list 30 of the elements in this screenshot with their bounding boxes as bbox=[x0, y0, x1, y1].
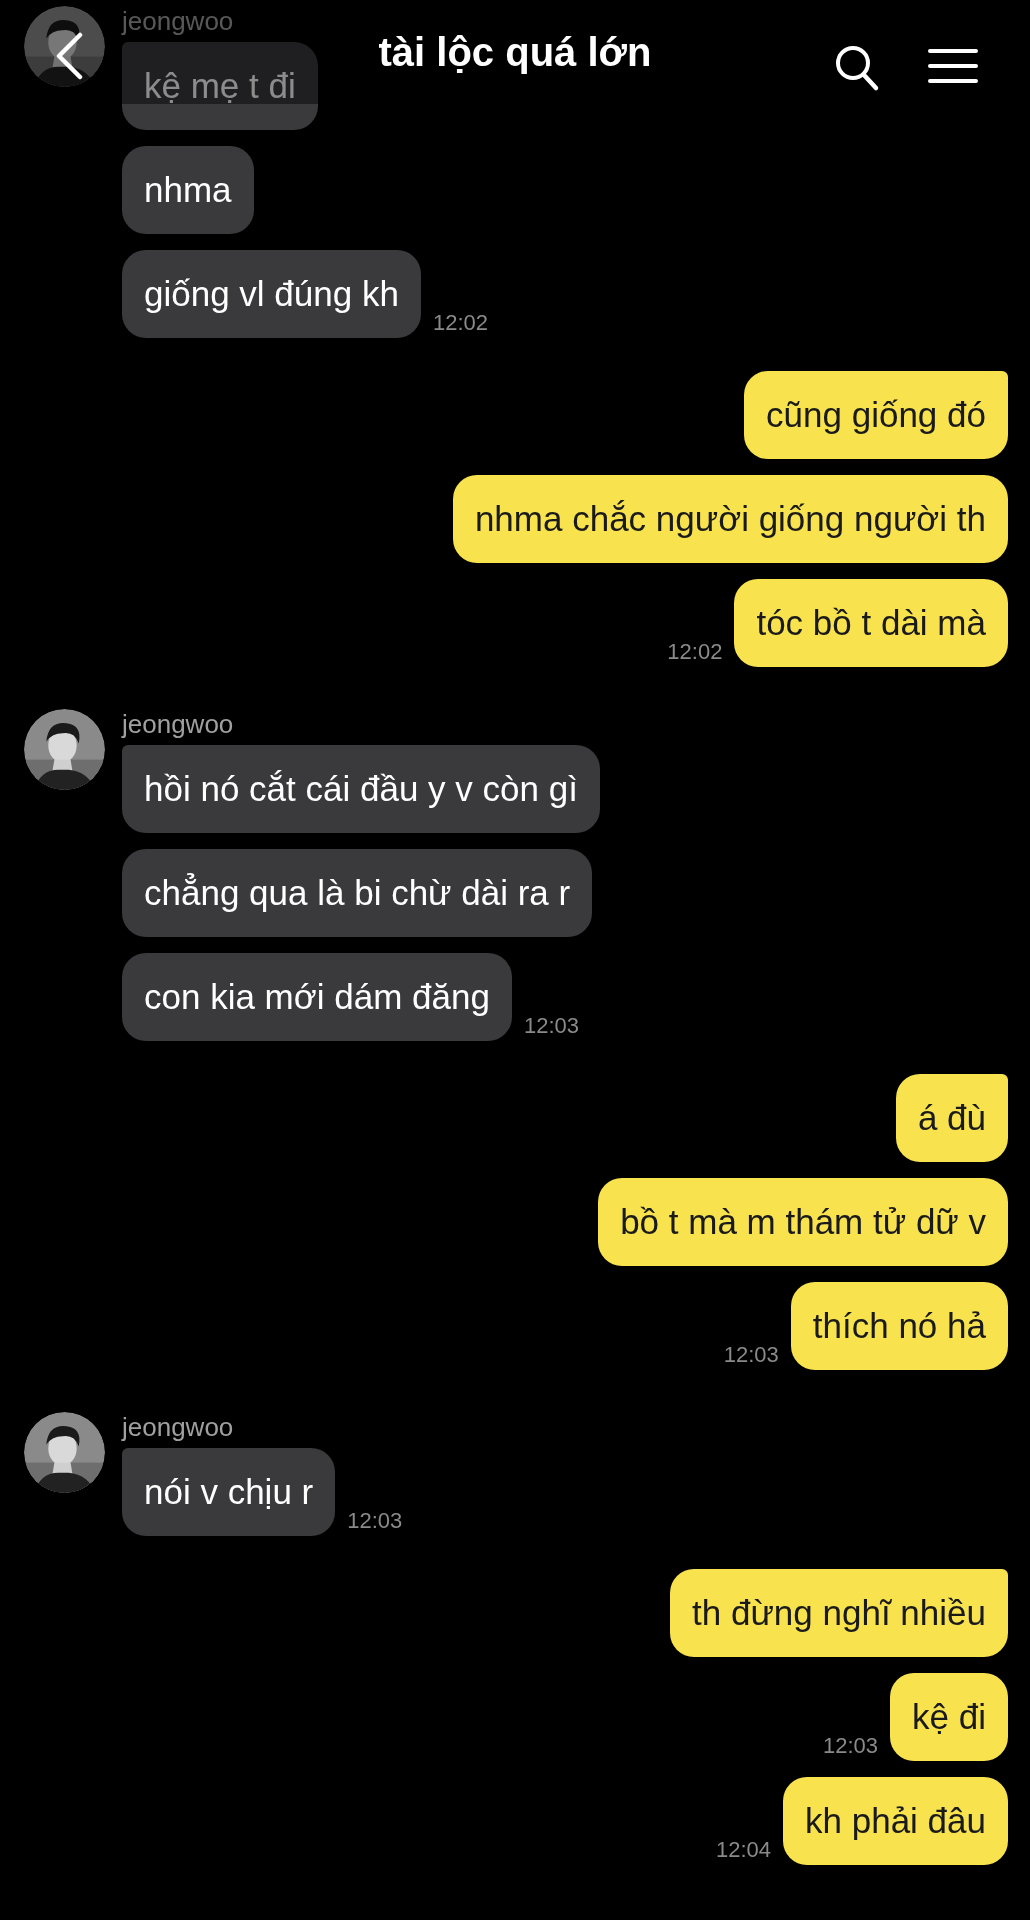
message-bubble: á đù bbox=[895, 1074, 1008, 1162]
message-bubble: kệ đi bbox=[890, 1673, 1008, 1761]
sender-name: jeongwoo bbox=[122, 6, 235, 36]
sender-name: jeongwoo bbox=[122, 709, 235, 739]
message-bubble: giống vl đúng kh bbox=[122, 250, 421, 338]
message-bubble: chẳng qua là bi chừ dài ra r bbox=[122, 849, 593, 937]
sender-name: jeongwoo bbox=[122, 1412, 235, 1442]
timestamp: 12:03 bbox=[723, 1342, 779, 1368]
message-bubble: cũng giống đó bbox=[744, 371, 1008, 459]
timestamp: 12:03 bbox=[347, 1508, 403, 1534]
menu-icon bbox=[928, 48, 978, 84]
back-icon bbox=[54, 32, 84, 80]
timestamp: 12:04 bbox=[715, 1837, 771, 1863]
chat-title: tài lộc quá lớn bbox=[378, 29, 652, 75]
message-bubble: thích nó hả bbox=[790, 1282, 1008, 1370]
message-bubble: nói v chịu r bbox=[122, 1448, 336, 1536]
search-icon bbox=[834, 44, 880, 92]
message-bubble: bồ t mà m thám tử dữ v bbox=[598, 1178, 1008, 1266]
message-bubble: th đừng nghĩ nhiều bbox=[670, 1569, 1008, 1657]
timestamp: 12:02 bbox=[432, 310, 488, 336]
timestamp: 12:03 bbox=[823, 1733, 879, 1759]
message-bubble: nhma bbox=[122, 146, 254, 234]
message-bubble: con kia mới dám đăng bbox=[122, 953, 512, 1041]
message-bubble: kh phải đâu bbox=[783, 1777, 1008, 1865]
message-bubble: hồi nó cắt cái đầu y v còn gì bbox=[122, 745, 600, 833]
timestamp: 12:02 bbox=[667, 639, 723, 665]
message-bubble: nhma chắc người giống người th bbox=[452, 475, 1008, 563]
timestamp: 12:03 bbox=[523, 1013, 579, 1039]
message-bubble: kệ mẹ t đi bbox=[122, 42, 318, 130]
message-bubble: tóc bồ t dài mà bbox=[734, 579, 1008, 667]
